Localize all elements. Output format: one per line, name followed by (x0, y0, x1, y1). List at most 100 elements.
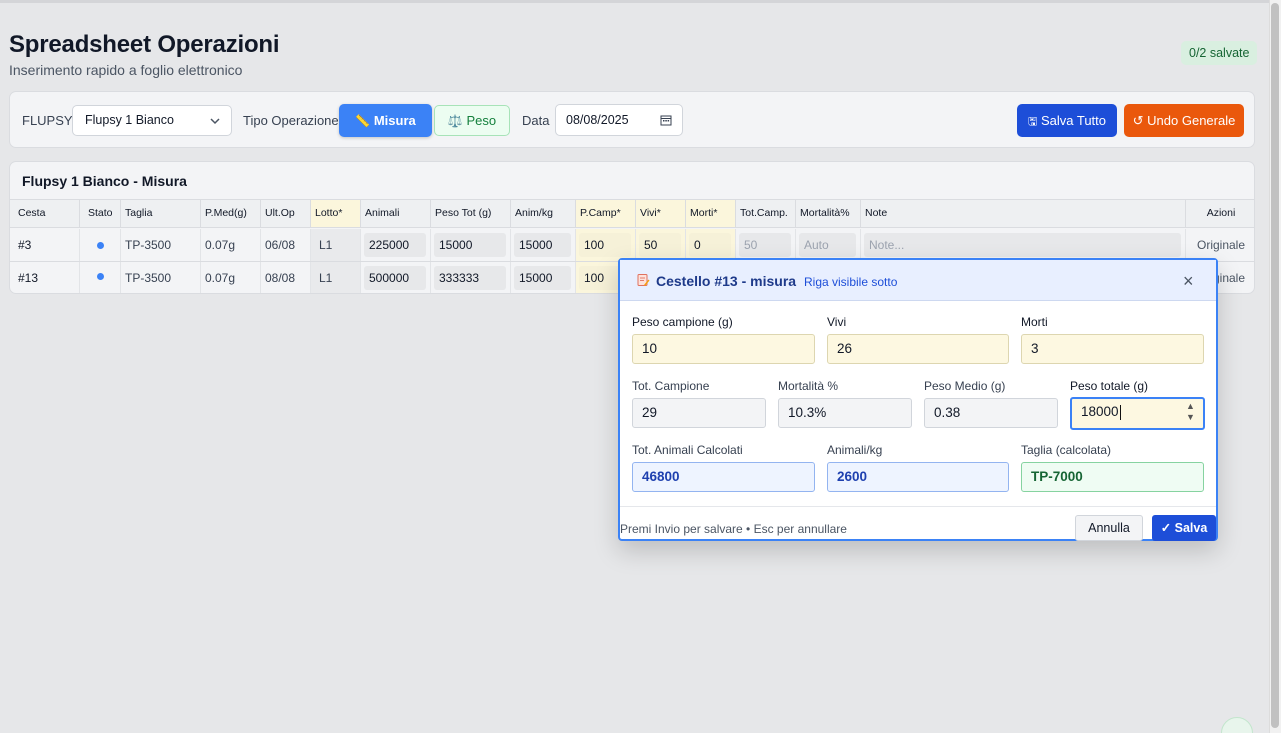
peso-medio-field: 0.38 (924, 398, 1058, 428)
peso-tot-input[interactable]: 15000 (434, 233, 506, 257)
data-label: Data (522, 113, 550, 128)
undo-icon: ↺ (1132, 113, 1144, 128)
dialog-title: Cestello #13 - misura (656, 273, 797, 289)
scrollbar-thumb[interactable] (1271, 3, 1279, 728)
peso-campione-label: Peso campione (g) (632, 315, 733, 329)
tot-campione-label: Tot. Campione (632, 379, 710, 393)
col-header-ultop: Ult.Op (261, 200, 311, 227)
page-subtitle: Inserimento rapido a foglio elettronico (9, 62, 243, 78)
col-header-pmed: P.Med(g) (201, 200, 261, 227)
saved-count-badge: 0/2 salvate (1181, 41, 1258, 65)
cell-note: Note... (861, 229, 1186, 261)
peso-button[interactable]: ⚖️ Peso (434, 105, 510, 136)
morti-input[interactable]: 0 (689, 233, 731, 257)
col-header-peso-tot: Peso Tot (g) (431, 200, 511, 227)
cell-anim-kg: 15000 (511, 262, 576, 293)
taglia-calcolata-field: TP-7000 (1021, 462, 1204, 492)
cell-taglia: TP-3500 (121, 229, 201, 261)
cell-stato (84, 229, 121, 261)
col-header-taglia: Taglia (121, 200, 201, 227)
cell-taglia: TP-3500 (121, 262, 201, 293)
pcamp-input[interactable]: 100 (579, 233, 631, 257)
col-header-lotto: Lotto* (311, 200, 361, 227)
morti-label: Morti (1021, 315, 1048, 329)
peso-tot-input[interactable]: 333333 (434, 266, 506, 290)
cell-stato (84, 262, 121, 293)
tot-campione-field: 29 (632, 398, 766, 428)
tot-animali-label: Tot. Animali Calcolati (632, 443, 743, 457)
help-widget-icon[interactable] (1221, 717, 1253, 733)
cell-tot-camp: 50 (736, 229, 796, 261)
save-all-button[interactable]: 🖫 Salva Tutto (1017, 104, 1117, 137)
mortalita-value: Auto (799, 233, 856, 257)
flupsy-select-value: Flupsy 1 Bianco (85, 113, 174, 127)
page-title: Spreadsheet Operazioni (9, 31, 280, 58)
date-input[interactable]: 08/08/2025 (555, 104, 683, 136)
cell-animali: 225000 (361, 229, 431, 261)
misura-button[interactable]: 📏 Misura (339, 104, 432, 137)
cell-peso-tot: 15000 (431, 229, 511, 261)
vivi-label: Vivi (827, 315, 847, 329)
calendar-icon (660, 115, 672, 126)
col-header-note: Note (861, 200, 1186, 227)
chevron-down-icon (210, 118, 220, 125)
cell-pcamp: 100 (576, 229, 636, 261)
floppy-icon: 🖫 (1027, 116, 1038, 128)
taglia-calcolata-label: Taglia (calcolata) (1021, 443, 1112, 457)
anim-kg-input[interactable]: 15000 (514, 233, 571, 257)
col-header-anim-kg: Anim/kg (511, 200, 576, 227)
top-border (0, 0, 1281, 3)
cell-ultop: 06/08 (261, 229, 311, 261)
cell-ultop: 08/08 (261, 262, 311, 293)
misura-button-label: Misura (373, 113, 416, 128)
dialog-header: Cestello #13 - misura Riga visibile sott… (620, 260, 1216, 301)
vivi-input[interactable]: 50 (639, 233, 681, 257)
animali-input[interactable]: 225000 (364, 233, 426, 257)
cell-lotto[interactable]: L1 (311, 262, 361, 293)
col-header-pcamp: P.Camp* (576, 200, 636, 227)
cell-cesta: #13 (14, 262, 80, 293)
cell-azioni[interactable]: Originale (1186, 229, 1254, 261)
flupsy-select[interactable]: Flupsy 1 Bianco (72, 105, 232, 136)
text-caret (1119, 404, 1121, 420)
note-input[interactable]: Note... (864, 233, 1181, 257)
cell-morti: 0 (686, 229, 736, 261)
undo-all-label: Undo Generale (1147, 113, 1236, 128)
mortalita-label: Mortalità % (778, 379, 839, 393)
animali-kg-label: Animali/kg (827, 443, 883, 457)
peso-totale-input[interactable]: 18000 ▲ ▼ (1070, 397, 1205, 430)
save-button[interactable]: ✓ Salva (1152, 515, 1216, 541)
tipo-operazione-label: Tipo Operazione (243, 113, 339, 128)
cell-mortalita: Auto (796, 229, 861, 261)
cancel-button[interactable]: Annulla (1075, 515, 1143, 541)
edit-note-icon (637, 274, 650, 286)
col-header-morti: Morti* (686, 200, 736, 227)
cell-lotto[interactable]: L1 (311, 229, 361, 261)
vivi-input[interactable]: 26 (827, 334, 1009, 364)
cell-anim-kg: 15000 (511, 229, 576, 261)
animali-kg-field: 2600 (827, 462, 1009, 492)
morti-input[interactable]: 3 (1021, 334, 1204, 364)
date-value: 08/08/2025 (566, 113, 629, 127)
mortalita-field: 10.3% (778, 398, 912, 428)
tot-animali-field: 46800 (632, 462, 815, 492)
animali-input[interactable]: 500000 (364, 266, 426, 290)
cell-cesta: #3 (14, 229, 80, 261)
flupsy-label: FLUPSY (22, 113, 73, 128)
col-header-mortalita: Mortalità% (796, 200, 861, 227)
number-spinner-icon[interactable]: ▲ ▼ (1186, 401, 1196, 423)
keyboard-hint: Premi Invio per salvare • Esc per annull… (620, 522, 847, 536)
cell-vivi: 50 (636, 229, 686, 261)
close-icon[interactable]: × (1183, 272, 1194, 290)
peso-campione-input[interactable]: 10 (632, 334, 815, 364)
undo-all-button[interactable]: ↺ Undo Generale (1124, 104, 1244, 137)
status-dot-icon (97, 242, 104, 249)
peso-totale-label: Peso totale (g) (1070, 379, 1149, 393)
cell-peso-tot: 333333 (431, 262, 511, 293)
anim-kg-input[interactable]: 15000 (514, 266, 571, 290)
dialog-footer-divider (620, 506, 1216, 507)
cell-pmed: 0.07g (201, 229, 261, 261)
col-header-azioni: Azioni (1206, 207, 1236, 219)
page-scrollbar[interactable] (1269, 0, 1281, 733)
dialog-hint: Riga visibile sotto (804, 275, 898, 289)
